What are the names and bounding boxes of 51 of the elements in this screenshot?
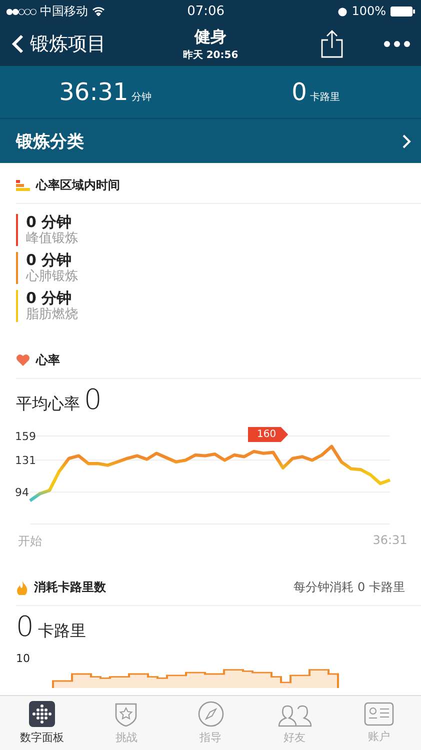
signal-text: ●●○○○ xyxy=(6,6,36,16)
x-tick-label: 开始 xyxy=(18,533,42,550)
zone-minutes: 0 分钟 xyxy=(26,290,73,307)
zones-icon xyxy=(16,180,30,190)
carrier-name: 中国移动 xyxy=(40,2,88,20)
battery-icon xyxy=(390,6,415,16)
calorie-unit: 卡路里 xyxy=(38,620,86,642)
flame-icon xyxy=(16,580,28,594)
tab[interactable]: 账户 xyxy=(336,696,421,750)
chevron-icon xyxy=(402,134,411,148)
tab[interactable]: 挑战 xyxy=(84,696,168,750)
page-title: 健身 xyxy=(194,26,226,48)
tab[interactable]: 指导 xyxy=(168,696,253,750)
y-tick-label: 131 xyxy=(15,454,36,468)
peak-tag: 160 xyxy=(248,427,288,442)
zone-label: 脂肪燃烧 xyxy=(26,307,78,322)
id-card-icon xyxy=(364,702,394,726)
y-tick-label: 10 xyxy=(16,652,30,665)
stat-value: 0 xyxy=(292,78,307,106)
star-badge-icon xyxy=(114,701,138,727)
average-value: 0 xyxy=(84,383,102,417)
stat-unit: 卡路里 xyxy=(310,90,340,104)
more-icon[interactable] xyxy=(383,40,411,48)
dots-grid-icon xyxy=(29,701,56,727)
calorie-value: 0 xyxy=(16,610,34,644)
stat-unit: 分钟 xyxy=(131,90,152,104)
tab[interactable]: 好友 xyxy=(252,696,337,750)
section-title: 心率 xyxy=(36,352,60,368)
stat-value: 36:31 xyxy=(59,78,128,106)
status-time: 07:06 xyxy=(187,4,226,18)
y-tick-label: 159 xyxy=(15,430,36,443)
back-icon xyxy=(12,34,24,54)
x-tick-label: 36:31 xyxy=(372,533,408,547)
tab[interactable]: 数字面板 xyxy=(0,696,84,750)
battery-percent: 100% xyxy=(352,4,386,18)
zone-label: 心肺锻炼 xyxy=(26,269,78,284)
section-title: 消耗卡路里数 xyxy=(34,578,106,596)
wifi-icon xyxy=(92,6,105,16)
share-icon[interactable] xyxy=(321,30,343,58)
zone-minutes: 0 分钟 xyxy=(26,214,73,231)
compass-icon xyxy=(198,701,224,727)
category-label: 锻炼分类 xyxy=(16,130,84,152)
zone-minutes: 0 分钟 xyxy=(26,252,73,269)
section-title: 心率区域内时间 xyxy=(36,176,120,194)
zone-label: 峰值锻炼 xyxy=(26,231,78,246)
back-button[interactable]: 锻炼项目 xyxy=(12,31,106,57)
heart-icon xyxy=(16,354,30,366)
y-tick-label: 94 xyxy=(15,486,29,500)
calorie-rate: 每分钟消耗 0 卡路里 xyxy=(294,578,405,596)
average-label: 平均心率 xyxy=(16,393,80,415)
page-subtitle: 昨天 20:56 xyxy=(182,48,238,62)
